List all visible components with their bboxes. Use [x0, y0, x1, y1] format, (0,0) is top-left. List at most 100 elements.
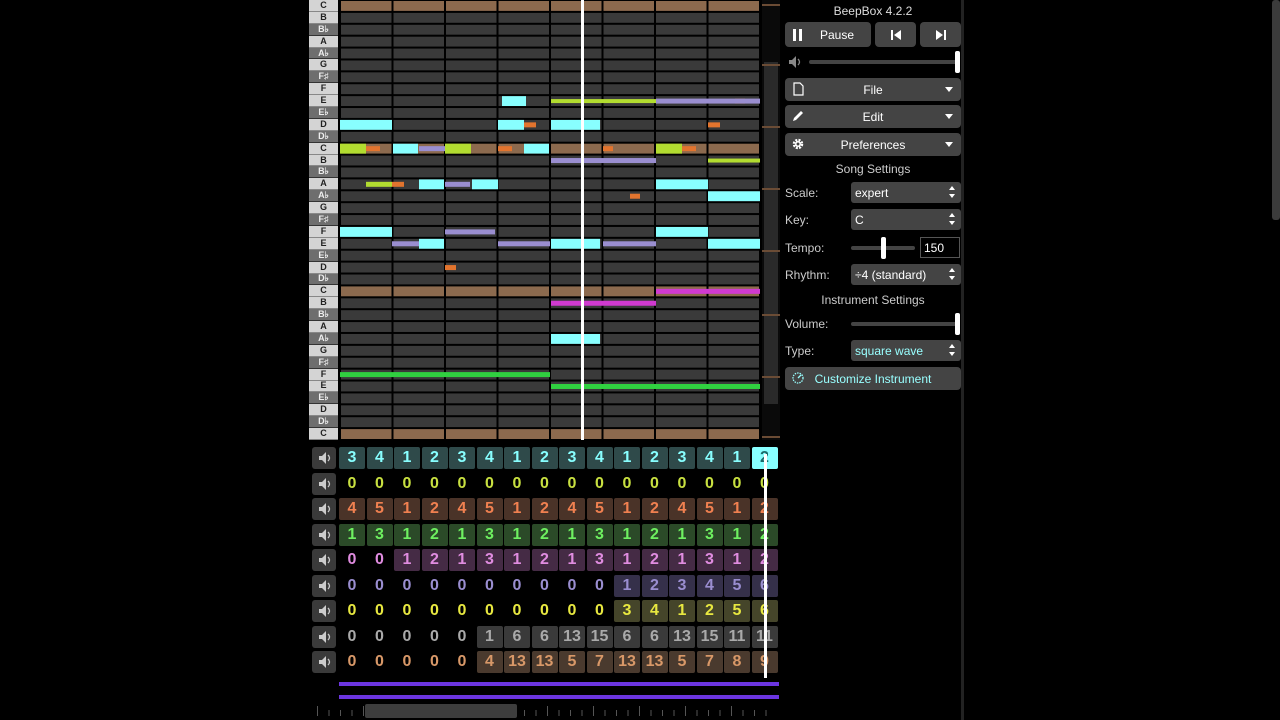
piano-key[interactable]: D♭	[309, 416, 338, 429]
pattern-cell[interactable]: 0	[366, 625, 393, 648]
pattern-cell[interactable]: 4	[641, 600, 668, 622]
pattern-cell[interactable]: 1	[339, 523, 365, 546]
pattern-cell[interactable]: 1	[614, 549, 640, 571]
pattern-cell[interactable]: 4	[366, 447, 393, 469]
octave-scroll-thumb[interactable]	[764, 62, 778, 404]
pattern-cell[interactable]: 0	[504, 600, 530, 622]
pattern-cell[interactable]: 3	[559, 447, 585, 469]
pattern-cell[interactable]: 6	[531, 625, 558, 648]
pattern-cell[interactable]: 3	[586, 523, 613, 546]
pattern-cell[interactable]: 1	[394, 549, 420, 571]
play-pause-button[interactable]: Pause	[785, 22, 871, 47]
loop-bar[interactable]	[339, 695, 779, 699]
note-grid[interactable]	[340, 0, 760, 440]
pattern-cell[interactable]: 1	[724, 549, 750, 571]
pattern-cell[interactable]: 1	[614, 447, 640, 469]
pattern-cell[interactable]: 7	[586, 651, 613, 673]
pattern-cell[interactable]: 4	[449, 498, 475, 520]
piano-key[interactable]: C	[309, 428, 338, 440]
pattern-cell[interactable]: 1	[394, 447, 420, 469]
pattern-cell[interactable]: 0	[531, 600, 558, 622]
pattern-cell[interactable]: 3	[669, 574, 695, 597]
pattern-cell[interactable]: 1	[476, 625, 503, 648]
tempo-slider-thumb[interactable]	[881, 237, 886, 259]
piano-key[interactable]: E♭	[309, 392, 338, 405]
pattern-cell[interactable]: 15	[586, 625, 613, 648]
pattern-cell[interactable]: 5	[559, 651, 585, 673]
pattern-cell[interactable]: 0	[339, 625, 365, 648]
page-scrollbar[interactable]	[1272, 0, 1280, 220]
pattern-cell[interactable]: 0	[421, 472, 448, 495]
pattern-cell[interactable]: 0	[449, 600, 475, 622]
pattern-cell[interactable]: 13	[531, 651, 558, 673]
pattern-cell[interactable]: 2	[531, 523, 558, 546]
pattern-cell[interactable]: 1	[559, 523, 585, 546]
pattern-cell[interactable]: 6	[614, 625, 640, 648]
channel-mute-button[interactable]	[312, 549, 336, 571]
loop-bar[interactable]	[339, 682, 779, 686]
pattern-cell[interactable]: 0	[366, 472, 393, 495]
pattern-cell[interactable]: 0	[696, 472, 723, 495]
piano-key[interactable]: C	[309, 142, 338, 155]
pattern-cell[interactable]: 0	[421, 651, 448, 673]
file-menu[interactable]: File	[785, 78, 961, 101]
pattern-cell[interactable]: 2	[696, 600, 723, 622]
preferences-menu[interactable]: Preferences	[785, 133, 961, 156]
pattern-cell[interactable]: 0	[559, 472, 585, 495]
pattern-cell[interactable]: 0	[421, 574, 448, 597]
pattern-cell[interactable]: 13	[614, 651, 640, 673]
pattern-cell[interactable]: 5	[476, 498, 503, 520]
pattern-cell[interactable]: 0	[559, 574, 585, 597]
pattern-cell[interactable]: 0	[476, 574, 503, 597]
piano-key[interactable]: F	[309, 368, 338, 381]
pattern-cell[interactable]: 0	[586, 574, 613, 597]
pattern-cell[interactable]: 0	[394, 574, 420, 597]
pattern-cell[interactable]: 0	[339, 549, 365, 571]
piano-key[interactable]: F	[309, 83, 338, 96]
pattern-cell[interactable]: 2	[641, 447, 668, 469]
pattern-cell[interactable]: 0	[339, 600, 365, 622]
pattern-cell[interactable]: 1	[724, 523, 750, 546]
pattern-cell[interactable]: 5	[724, 574, 750, 597]
pattern-cell[interactable]: 7	[696, 651, 723, 673]
pattern-cell[interactable]: 0	[394, 625, 420, 648]
pattern-cell[interactable]: 4	[696, 574, 723, 597]
pattern-cell[interactable]: 3	[449, 447, 475, 469]
pattern-cell[interactable]: 1	[669, 549, 695, 571]
pattern-cell[interactable]: 4	[476, 651, 503, 673]
pattern-cell[interactable]: 8	[724, 651, 750, 673]
pattern-cell[interactable]: 6	[504, 625, 530, 648]
pattern-cell[interactable]: 0	[366, 600, 393, 622]
pattern-cell[interactable]: 3	[586, 549, 613, 571]
pattern-cell[interactable]: 1	[669, 600, 695, 622]
piano-key[interactable]: F	[309, 225, 338, 238]
piano-key[interactable]: A	[309, 178, 338, 191]
piano-key[interactable]: E	[309, 380, 338, 393]
pattern-cell[interactable]: 0	[394, 600, 420, 622]
piano-key[interactable]: G	[309, 344, 338, 357]
piano-key[interactable]: B	[309, 11, 338, 24]
pattern-cell[interactable]: 0	[394, 472, 420, 495]
piano-key[interactable]: C	[309, 0, 338, 12]
pattern-cell[interactable]: 4	[339, 498, 365, 520]
key-select[interactable]: C	[851, 209, 961, 230]
channel-mute-button[interactable]	[312, 651, 336, 673]
pattern-cell[interactable]: 0	[669, 472, 695, 495]
pattern-cell[interactable]: 2	[641, 498, 668, 520]
pattern-cell[interactable]: 0	[641, 472, 668, 495]
piano-key[interactable]: G	[309, 59, 338, 72]
piano-key[interactable]: E♭	[309, 107, 338, 119]
pattern-cell[interactable]: 5	[366, 498, 393, 520]
pattern-cell[interactable]: 1	[614, 574, 640, 597]
pattern-cell[interactable]: 1	[449, 523, 475, 546]
piano-key[interactable]: F♯	[309, 214, 338, 226]
master-volume-thumb[interactable]	[955, 51, 960, 73]
pattern-cell[interactable]: 4	[559, 498, 585, 520]
channel-mute-button[interactable]	[312, 498, 336, 520]
pattern-cell[interactable]: 11	[724, 625, 750, 648]
pattern-cell[interactable]: 0	[421, 625, 448, 648]
pattern-cell[interactable]: 5	[696, 498, 723, 520]
pattern-cell[interactable]: 5	[669, 651, 695, 673]
pattern-cell[interactable]: 1	[559, 549, 585, 571]
pattern-cell[interactable]: 0	[614, 472, 640, 495]
